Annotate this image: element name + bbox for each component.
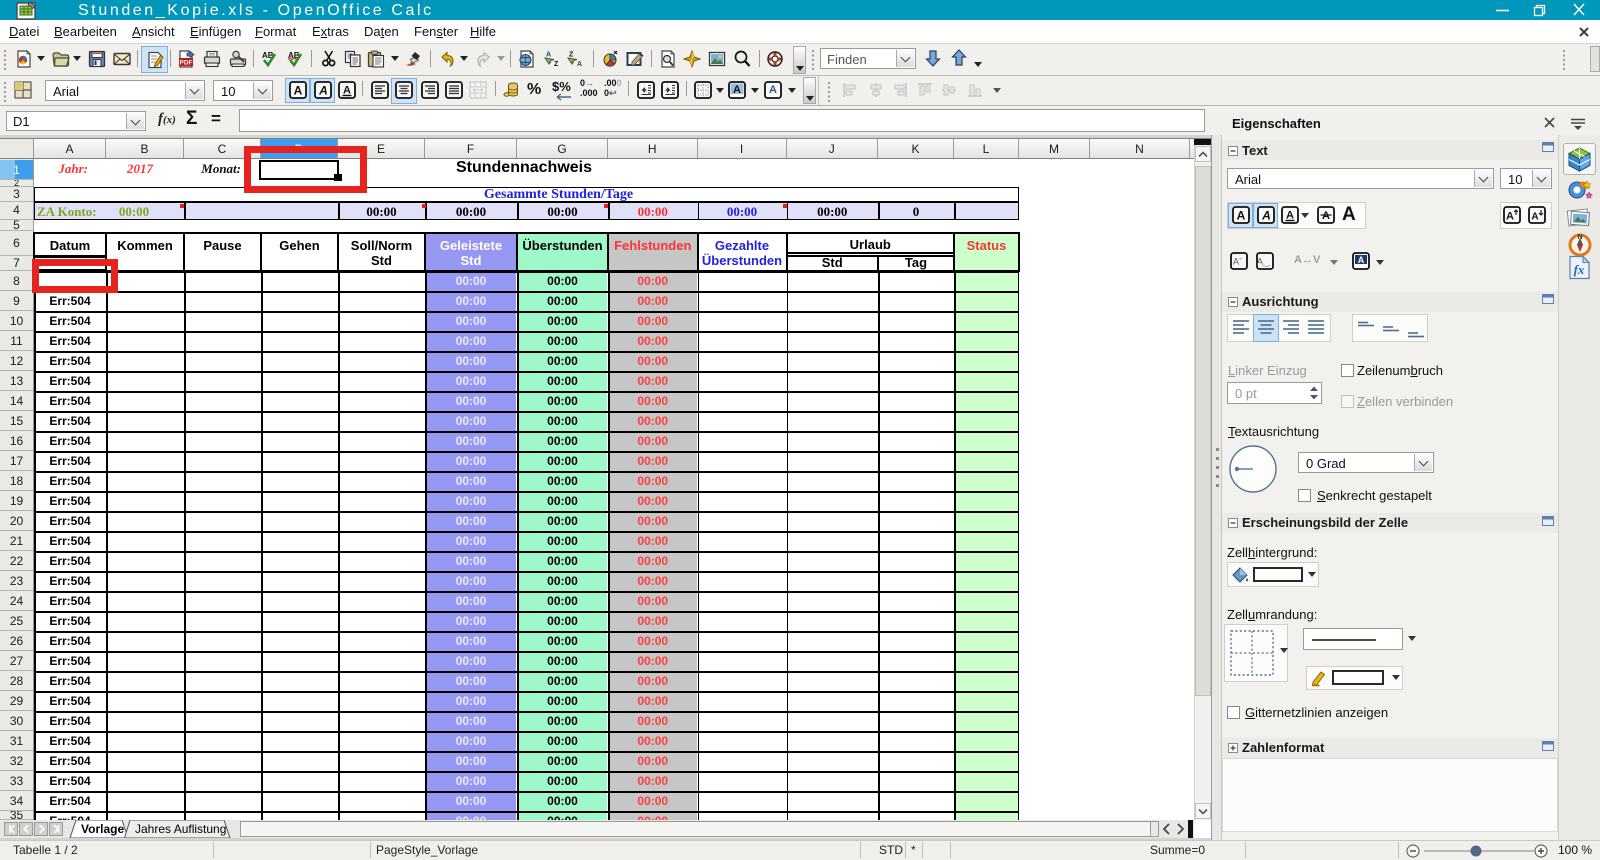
svg-text:A: A (1531, 212, 1538, 223)
svg-text:A: A (1261, 209, 1271, 223)
svg-text:Z: Z (569, 52, 574, 59)
svg-text:A: A (1237, 209, 1246, 223)
svg-text:A: A (1358, 255, 1365, 265)
svg-text:Z: Z (554, 61, 559, 68)
svg-text:A: A (318, 84, 328, 98)
svg-text:A: A (294, 84, 303, 98)
svg-text:A: A (1322, 210, 1330, 222)
svg-text:PDF: PDF (180, 60, 193, 67)
svg-text:fx: fx (1574, 262, 1585, 277)
svg-text:A: A (733, 84, 741, 96)
svg-text:A: A (546, 52, 551, 59)
svg-text:A‿: A‿ (1257, 257, 1271, 267)
svg-text:A: A (577, 61, 582, 68)
svg-text:A: A (1286, 210, 1294, 222)
svg-text:A: A (769, 84, 777, 96)
svg-text:A: A (1506, 211, 1514, 223)
svg-text:A: A (343, 85, 351, 97)
svg-text:Aˉ: Aˉ (1233, 257, 1242, 267)
